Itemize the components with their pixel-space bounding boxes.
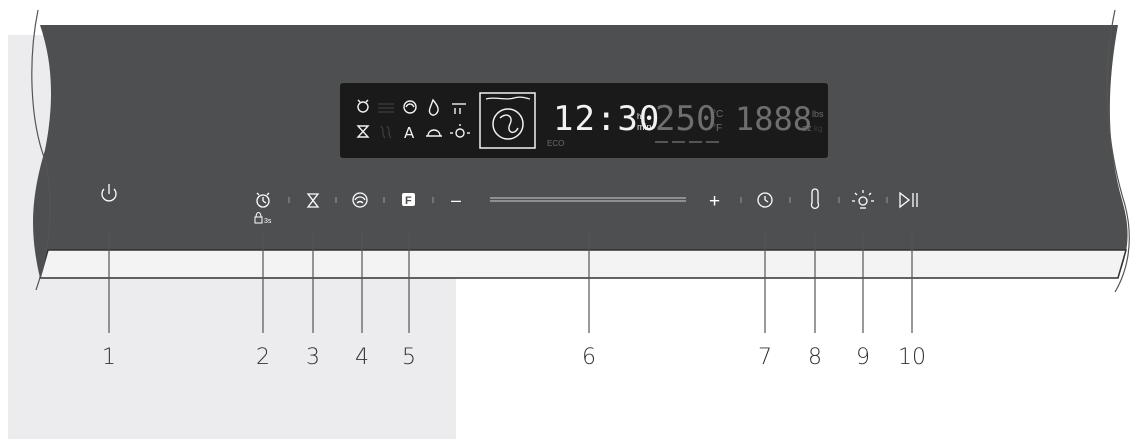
callout-9: 9 bbox=[856, 345, 870, 370]
display-temp-unit-c: °C bbox=[712, 109, 723, 120]
display-temperature: 250 bbox=[655, 99, 716, 139]
display-weight: 1888 bbox=[735, 100, 812, 138]
panel-lower-strip bbox=[39, 249, 1127, 279]
callout-4: 4 bbox=[355, 345, 369, 370]
display-eco-label: ECO bbox=[547, 139, 564, 148]
plus-button[interactable]: + bbox=[709, 191, 720, 212]
mode-auto-label: A bbox=[404, 124, 415, 142]
callout-8: 8 bbox=[808, 345, 822, 370]
callout-1: 1 bbox=[102, 345, 116, 370]
control-panel-diagram: A 12:30 hr min ECO 250 °C °F 1888 lbs oz… bbox=[8, 9, 1130, 439]
callout-3: 3 bbox=[306, 345, 320, 370]
child-lock-hint: 3s bbox=[264, 218, 272, 225]
callout-2: 2 bbox=[256, 345, 270, 370]
display-time-unit-min: min bbox=[637, 122, 652, 132]
display-temp-unit-f: °F bbox=[712, 123, 722, 134]
callout-10: 10 bbox=[898, 345, 926, 370]
display-weight-unit-oz: oz bbox=[802, 123, 812, 133]
callout-6: 6 bbox=[582, 345, 596, 370]
display-weight-unit-kg: kg bbox=[814, 124, 822, 133]
minus-button[interactable]: – bbox=[451, 190, 461, 210]
display-time-unit-hr: hr bbox=[637, 112, 644, 121]
display-weight-unit-lbs: lbs bbox=[812, 109, 824, 119]
display-time: 12:30 bbox=[553, 99, 660, 139]
function-button[interactable]: F bbox=[402, 193, 415, 207]
callout-5: 5 bbox=[402, 345, 416, 370]
function-key-label: F bbox=[405, 195, 412, 207]
callout-7: 7 bbox=[758, 345, 772, 370]
